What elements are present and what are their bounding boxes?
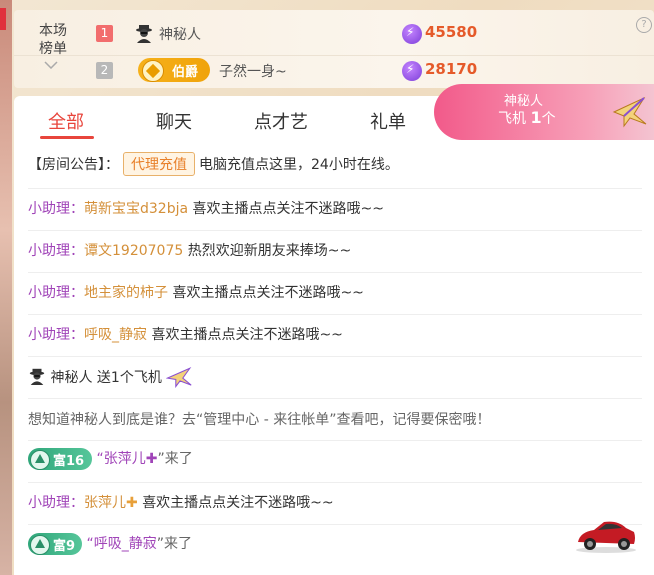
gift-text: 送1个飞机: [96, 370, 162, 386]
arrival-message: 富16 “张萍儿✚”来了: [28, 440, 642, 483]
wealth-icon: [30, 450, 50, 470]
arrival-name[interactable]: “呼吸_静寂: [86, 536, 156, 552]
user-nick[interactable]: 萌新宝宝d32bja: [84, 201, 188, 217]
gift-line: 神秘人 送1个飞机: [28, 364, 194, 389]
list-item: 小助理：地主家的柿子 喜欢主播点点关注不迷路哦~~: [28, 272, 642, 315]
user-nick[interactable]: 地主家的柿子: [84, 285, 168, 301]
announcement-text: 电脑充值点这里，24小时在线。: [199, 157, 399, 173]
chat-panel: 全部 聊天 点才艺 礼单 神秘人 飞机 1个 【房间公告】： 代理充值 电脑充值点这…: [14, 84, 654, 575]
arrival-message: 富9 “呼吸_静寂”来了: [28, 521, 642, 568]
tab-gift-list[interactable]: 礼单: [370, 108, 406, 134]
coin-icon: [402, 61, 422, 81]
announcement-prefix: 【房间公告】：: [28, 157, 119, 173]
coin-icon: [402, 24, 422, 44]
tab-all[interactable]: 全部: [48, 108, 84, 134]
rank-number: 1: [96, 25, 113, 42]
gift-sender: 神秘人: [504, 94, 544, 109]
arrival-suffix: ”来了: [157, 451, 193, 467]
list-item: 小助理：张萍儿✚ 喜欢主播点点关注不迷路哦~~: [28, 482, 642, 525]
hint-text: 想知道神秘人到底是谁？去“管理中心 - 来往帐单”查看吧，记得要保密哦！: [28, 412, 491, 428]
gift-name: 飞机: [498, 111, 526, 127]
tab-chat[interactable]: 聊天: [156, 108, 192, 134]
assistant-message: 小助理：萌新宝宝d32bja 喜欢主播点点关注不迷路哦~~: [28, 198, 384, 218]
wealth-icon: [30, 535, 50, 555]
noble-badge-label: 伯爵: [172, 65, 199, 80]
list-item: 小助理：呼吸_静寂 喜欢主播点点关注不迷路哦~~: [28, 314, 642, 357]
announcement: 【房间公告】： 代理充值 电脑充值点这里，24小时在线。: [28, 148, 642, 189]
assistant-label: 小助理：: [28, 201, 84, 217]
plus-icon: ✚: [126, 495, 138, 511]
arrival-line: 富16 “张萍儿✚”来了: [28, 448, 193, 470]
plane-icon: [165, 367, 192, 389]
gift-message: 神秘人 送1个飞机: [28, 356, 642, 399]
user-nick[interactable]: 张萍儿: [84, 495, 126, 511]
gift-highlight-pill[interactable]: 神秘人 飞机 1个: [434, 84, 654, 140]
arrival-suffix: ”来了: [156, 536, 192, 552]
wealth-level-badge: 富9: [28, 533, 82, 555]
user-nick[interactable]: 呼吸_静寂: [84, 327, 147, 343]
active-tab-indicator: [40, 136, 94, 139]
diamond-icon: [142, 60, 164, 82]
assistant-message: 小助理：谭文19207075 热烈欢迎新朋友来捧场~~: [28, 240, 351, 260]
assistant-message: 小助理：呼吸_静寂 喜欢主播点点关注不迷路哦~~: [28, 324, 343, 344]
car-mount-icon: [574, 516, 638, 558]
assistant-label: 小助理：: [28, 327, 84, 343]
message-text: 喜欢主播点点关注不迷路哦~~: [142, 495, 334, 511]
tab-talent[interactable]: 点才艺: [254, 108, 308, 134]
message-text: 热烈欢迎新朋友来捧场~~: [187, 243, 352, 259]
noble-badge: 伯爵: [138, 58, 210, 82]
gift-count: 1: [530, 108, 542, 127]
arrival-line: 富9 “呼吸_静寂”来了: [28, 533, 192, 555]
assistant-label: 小助理：: [28, 285, 84, 301]
wealth-level-badge: 富16: [28, 448, 92, 470]
rank-score: 28170: [425, 60, 478, 78]
rank-row[interactable]: 1 神秘人 45580: [14, 19, 654, 49]
gift-sender-name[interactable]: 神秘人: [50, 370, 92, 386]
mystery-user-icon: [134, 23, 154, 47]
rank-user-name[interactable]: 子然一身~: [219, 61, 287, 81]
rank-row[interactable]: 2 伯爵 子然一身~ 28170: [14, 55, 654, 86]
assistant-message: 小助理：张萍儿✚ 喜欢主播点点关注不迷路哦~~: [28, 492, 334, 512]
rank-user-name[interactable]: 神秘人: [159, 24, 201, 44]
message-text: 喜欢主播点点关注不迷路哦~~: [151, 327, 343, 343]
announcement-line: 【房间公告】： 代理充值 电脑充值点这里，24小时在线。: [28, 152, 399, 176]
assistant-label: 小助理：: [28, 243, 84, 259]
mystery-user-icon: [29, 368, 45, 385]
plane-icon: [610, 90, 650, 134]
gift-summary: 飞机 1个: [498, 108, 556, 128]
list-item: 小助理：谭文19207075 热烈欢迎新朋友来捧场~~: [28, 230, 642, 273]
rank-panel: 本场 榜单 ? 1 神秘人 45580 2 伯爵 子然一身~ 28170: [14, 10, 654, 88]
system-hint: 想知道神秘人到底是谁？去“管理中心 - 来往帐单”查看吧，记得要保密哦！: [28, 398, 642, 441]
side-decoration: [0, 0, 12, 575]
list-item: 小助理：萌新宝宝d32bja 喜欢主播点点关注不迷路哦~~: [28, 188, 642, 231]
tab-bar: 全部 聊天 点才艺 礼单 神秘人 飞机 1个: [14, 84, 654, 142]
rank-score: 45580: [425, 23, 478, 41]
arrival-name[interactable]: “张萍儿: [96, 451, 145, 467]
wealth-level: 富16: [53, 454, 85, 469]
assistant-label: 小助理：: [28, 495, 84, 511]
assistant-message: 小助理：地主家的柿子 喜欢主播点点关注不迷路哦~~: [28, 282, 364, 302]
recharge-agent-tag[interactable]: 代理充值: [123, 152, 195, 176]
plus-icon: ✚: [145, 451, 158, 467]
wealth-level: 富9: [53, 539, 76, 554]
message-text: 喜欢主播点点关注不迷路哦~~: [192, 201, 384, 217]
user-nick[interactable]: 谭文19207075: [84, 243, 183, 259]
side-marker: [0, 8, 6, 30]
message-text: 喜欢主播点点关注不迷路哦~~: [172, 285, 364, 301]
gift-unit: 个: [541, 111, 556, 127]
rank-number: 2: [96, 62, 113, 79]
